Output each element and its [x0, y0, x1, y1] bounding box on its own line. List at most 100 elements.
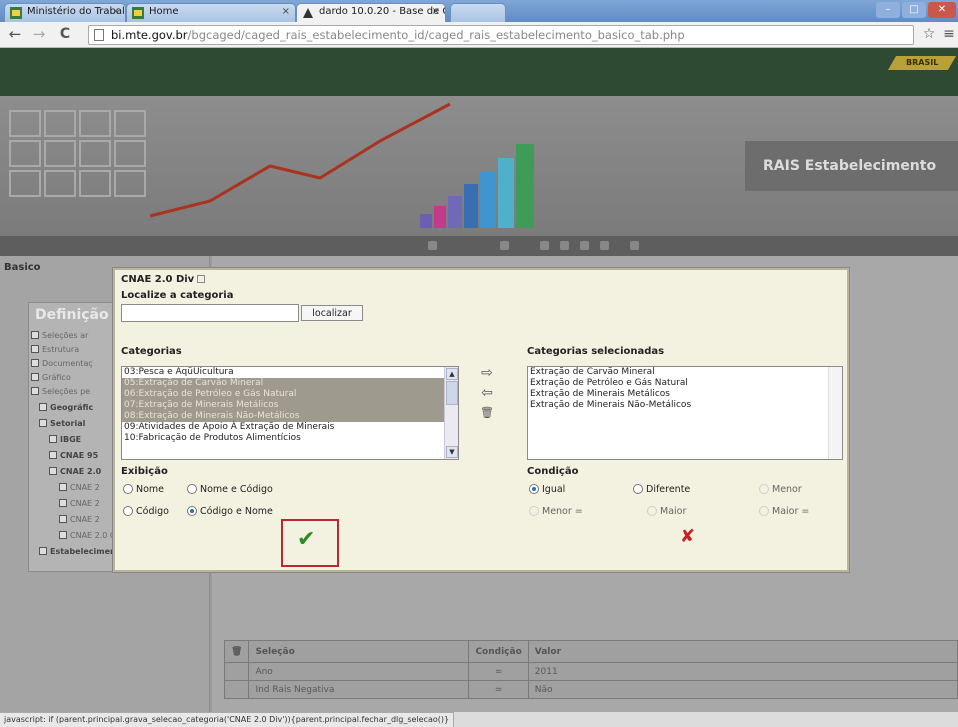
tree-item[interactable]: Seleções ar — [31, 331, 88, 340]
toolbar-tool-icon[interactable] — [560, 241, 569, 250]
list-item[interactable]: 05:Extração de Carvão Mineral — [122, 378, 458, 389]
checkmark-icon: ✔ — [297, 527, 316, 552]
definicao-title: Definição — [35, 307, 109, 323]
list-item[interactable]: 06:Extração de Petróleo e Gás Natural — [122, 389, 458, 400]
radio-nome[interactable]: Nome — [123, 484, 164, 495]
menu-icon[interactable]: ≡ — [940, 25, 958, 43]
tree-item[interactable]: Geográfic — [39, 403, 93, 412]
list-item[interactable]: 03:Pesca e AqüÜicultura — [122, 367, 458, 378]
info-icon[interactable] — [197, 275, 206, 283]
browser-toolbar: ← → C bi.mte.gov.br/bgcaged/caged_rais_e… — [0, 22, 958, 48]
toolbar-tool-icon[interactable] — [630, 241, 639, 250]
tree-item[interactable]: Estrutura — [31, 345, 79, 354]
browser-tab-bar: Ministério do Trabalho e Emp × Home × da… — [0, 0, 958, 22]
cancel-x-icon[interactable]: ✘ — [680, 526, 695, 547]
list-item[interactable]: Extração de Minerais Metálicos — [528, 389, 842, 400]
localize-button[interactable]: localizar — [301, 305, 363, 321]
tree-item[interactable]: Seleções pe — [31, 387, 90, 396]
table-cell: = — [468, 662, 529, 681]
radio-diferente[interactable]: Diferente — [633, 484, 690, 495]
radio-menor-igual[interactable]: Menor = — [529, 506, 583, 517]
checkbox-icon — [59, 515, 67, 523]
maximize-icon[interactable]: □ — [902, 2, 926, 18]
tree-item[interactable]: Documentaç — [31, 359, 93, 368]
remove-arrow-icon[interactable]: ⇦ — [479, 386, 495, 400]
list-item[interactable]: 10:Fabricação de Produtos Alimentícios — [122, 433, 458, 444]
tab-ministerio[interactable]: Ministério do Trabalho e Emp × — [4, 3, 126, 22]
radio-maior-igual[interactable]: Maior = — [759, 506, 809, 517]
cnae-dialog: CNAE 2.0 Div Localize a categoria locali… — [113, 268, 849, 572]
tree-item[interactable]: CNAE 2.0 — [49, 467, 101, 476]
list-item[interactable]: 07:Extração de Minerais Metálicos — [122, 400, 458, 411]
new-tab-button[interactable] — [450, 3, 506, 22]
categories-scrollbar[interactable]: ▲ ▼ — [444, 367, 458, 459]
radio-selected-icon — [529, 484, 539, 494]
close-window-icon[interactable]: ✕ — [928, 2, 956, 18]
radio-codigo-nome[interactable]: Código e Nome — [187, 506, 273, 517]
table-header-row: 🗑 Seleção Condição Valor — [223, 640, 958, 663]
bookmark-star-icon[interactable]: ☆ — [920, 25, 938, 43]
checkbox-icon — [39, 547, 47, 555]
list-item[interactable]: 09:Atividades de Apoio À Extração de Min… — [122, 422, 458, 433]
toolbar-tool-icon[interactable] — [600, 241, 609, 250]
table-cell: 2011 — [527, 662, 958, 681]
site-top-strip: BRASIL — [0, 48, 958, 96]
row-spacer — [223, 680, 250, 699]
scroll-thumb[interactable] — [446, 381, 458, 405]
tree-item[interactable]: CNAE 2 — [59, 499, 100, 508]
list-item[interactable]: Extração de Carvão Mineral — [528, 367, 842, 378]
trash-icon[interactable]: 🗑 — [479, 406, 495, 420]
radio-icon — [647, 506, 657, 516]
list-item[interactable]: Extração de Petróleo e Gás Natural — [528, 378, 842, 389]
reload-icon[interactable]: C — [56, 25, 74, 43]
toolbar-tool-icon[interactable] — [580, 241, 589, 250]
radio-codigo[interactable]: Código — [123, 506, 169, 517]
tree-item[interactable]: CNAE 2 — [59, 483, 100, 492]
checkbox-icon — [31, 387, 39, 395]
basico-tab-label[interactable]: Basico — [4, 262, 41, 273]
minimize-icon[interactable]: – — [876, 2, 900, 18]
forward-arrow-icon[interactable]: → — [30, 25, 48, 43]
scroll-up-icon[interactable]: ▲ — [446, 368, 458, 380]
list-item[interactable]: Extração de Minerais Não-Metálicos — [528, 400, 842, 411]
status-bar: javascript: if (parent.principal.grava_s… — [0, 712, 455, 727]
toolbar-tool-icon[interactable] — [428, 241, 437, 250]
confirm-button[interactable]: ✔ — [281, 519, 339, 567]
table-cell: Ind Rais Negativa — [248, 680, 470, 699]
tab-home[interactable]: Home × — [126, 3, 296, 22]
icon-toolbar — [0, 236, 958, 256]
table-row[interactable]: Ind Rais Negativa = Não — [223, 680, 958, 699]
categorias-label: Categorias — [121, 346, 182, 357]
radio-igual[interactable]: Igual — [529, 484, 565, 495]
checkbox-icon — [31, 331, 39, 339]
address-bar[interactable]: bi.mte.gov.br/bgcaged/caged_rais_estabel… — [88, 25, 914, 45]
brasil-badge[interactable]: BRASIL — [887, 56, 957, 70]
category-search-input[interactable] — [121, 304, 299, 322]
toolbar-tool-icon[interactable] — [500, 241, 509, 250]
radio-menor[interactable]: Menor — [759, 484, 802, 495]
tab-close-icon[interactable]: × — [432, 6, 440, 17]
radio-maior[interactable]: Maior — [647, 506, 686, 517]
scroll-down-icon[interactable]: ▼ — [446, 446, 458, 458]
tree-item[interactable]: IBGE — [49, 435, 81, 444]
radio-nome-codigo[interactable]: Nome e Código — [187, 484, 273, 495]
checkbox-icon — [59, 499, 67, 507]
tab-close-icon[interactable]: × — [282, 6, 290, 17]
back-arrow-icon[interactable]: ← — [6, 25, 24, 43]
list-item[interactable]: 08:Extração de Minerais Não-Metálicos — [122, 411, 458, 422]
page-icon — [94, 29, 104, 41]
trash-icon[interactable]: 🗑 — [223, 640, 250, 663]
url-host: bi.mte.gov.br — [111, 28, 188, 42]
categories-list[interactable]: 03:Pesca e AqüÜicultura 05:Extração de C… — [121, 366, 459, 460]
add-arrow-icon[interactable]: ⇨ — [479, 366, 495, 380]
toolbar-tool-icon[interactable] — [540, 241, 549, 250]
table-row[interactable]: Ano = 2011 — [223, 662, 958, 681]
tab-close-icon[interactable]: × — [112, 6, 120, 17]
tree-item[interactable]: CNAE 95 — [49, 451, 98, 460]
selected-categories-list[interactable]: Extração de Carvão Mineral Extração de P… — [527, 366, 843, 460]
tree-item[interactable]: Gráfico — [31, 373, 71, 382]
selected-scrollbar[interactable] — [828, 367, 842, 459]
tab-dardo[interactable]: dardo 10.0.20 - Base de Ges × — [296, 3, 446, 22]
tree-item[interactable]: CNAE 2 — [59, 515, 100, 524]
tree-item[interactable]: Setorial — [39, 419, 85, 428]
